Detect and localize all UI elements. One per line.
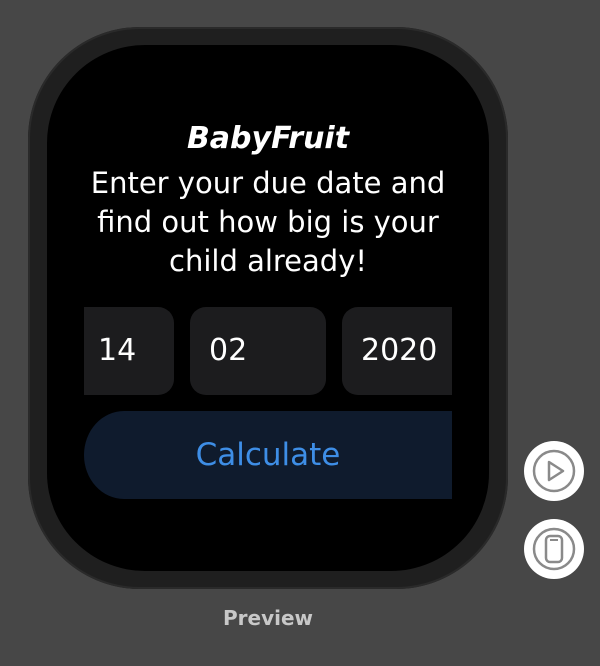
calculate-button[interactable]: Calculate — [84, 411, 452, 499]
day-picker[interactable]: 14 — [84, 307, 174, 395]
live-preview-button[interactable] — [524, 441, 584, 501]
app-description: Enter your due date and find out how big… — [90, 166, 446, 278]
play-circle-icon — [532, 449, 576, 493]
app-title: BabyFruit — [186, 121, 350, 156]
preview-canvas: BabyFruit Enter your due date and find o… — [0, 0, 600, 666]
device-icon — [532, 527, 576, 571]
month-picker[interactable]: 02 — [190, 307, 326, 395]
preview-device-button[interactable] — [524, 519, 584, 579]
year-picker[interactable]: 2020 — [342, 307, 452, 395]
preview-label: Preview — [222, 606, 314, 630]
